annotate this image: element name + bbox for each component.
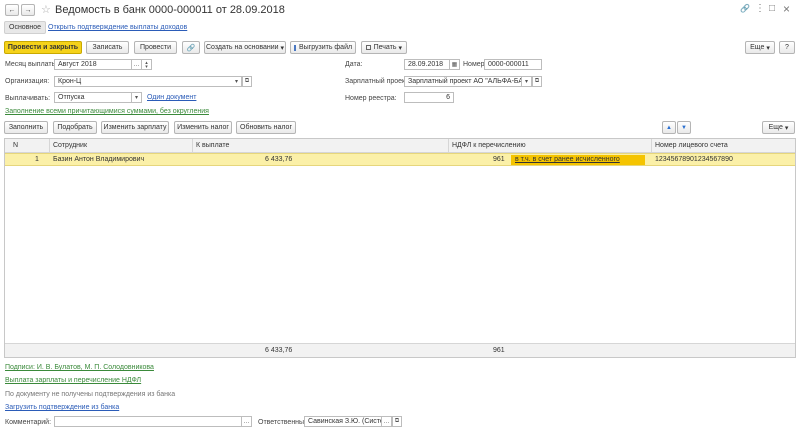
table-more-button[interactable]: Еще ▾ xyxy=(762,121,795,134)
pay-dropdown-button[interactable]: ▾ xyxy=(132,92,142,103)
one-document-link[interactable]: Один документ xyxy=(147,94,196,101)
update-tax-button[interactable]: Обновить налог xyxy=(236,121,296,134)
help-button[interactable]: ? xyxy=(779,41,795,54)
pay-label: Выплачивать: xyxy=(5,95,51,102)
organization-label: Организация: xyxy=(5,78,50,85)
table-row[interactable]: 1 Базин Антон Владимирович 6 433,76 961 … xyxy=(5,153,795,166)
comment-field[interactable] xyxy=(54,416,242,427)
col-employee-header[interactable]: Сотрудник xyxy=(53,142,87,149)
print-label: Печать xyxy=(373,44,397,51)
table-header: N Сотрудник К выплате НДФЛ к перечислени… xyxy=(5,139,795,153)
month-stepper[interactable]: ▴ ▾ xyxy=(142,59,152,70)
no-confirmation-text: По документу не получены подтверждения и… xyxy=(5,391,176,398)
favorite-star-icon[interactable]: ☆ xyxy=(41,3,51,16)
window-title: Ведомость в банк 0000-000011 от 28.09.20… xyxy=(55,4,285,16)
ndfl-note-link[interactable]: в т.ч. в счет ранее исчисленного xyxy=(515,156,620,163)
attach-button[interactable]: 🔗 xyxy=(182,41,200,54)
paperclip-icon: 🔗 xyxy=(186,44,196,52)
salary-project-field[interactable]: Зарплатный проект АО "АЛЬФА-БАНК" xyxy=(404,76,522,87)
table-footer: 6 433,76 961 xyxy=(5,343,795,357)
row-employee: Базин Антон Владимирович xyxy=(53,156,145,163)
number-field[interactable]: 0000-000011 xyxy=(484,59,542,70)
date-field[interactable]: 28.09.2018 xyxy=(404,59,450,70)
back-button[interactable]: ← xyxy=(5,4,19,16)
footer-ndfl: 961 xyxy=(493,347,505,354)
load-confirmation-link[interactable]: Загрузить подтверждение из банка xyxy=(5,404,119,411)
comment-expand-button[interactable]: … xyxy=(242,416,252,427)
create-based-button[interactable]: Создать на основании ▾ xyxy=(204,41,286,54)
calendar-button[interactable]: ▦ xyxy=(450,59,460,70)
salary-project-dropdown-button[interactable]: ▾ xyxy=(522,76,532,87)
col-ndfl-header[interactable]: НДФЛ к перечислению xyxy=(452,142,526,149)
link-icon[interactable]: 🔗 xyxy=(740,4,750,13)
footer-to-pay: 6 433,76 xyxy=(265,347,293,354)
tab-confirm-link[interactable]: Открыть подтверждение выплаты доходов xyxy=(48,24,187,31)
responsible-select-button[interactable]: … xyxy=(382,416,392,427)
signatures-link[interactable]: Подписи: И. В. Булатов, М. П. Солодовник… xyxy=(5,364,154,371)
col-account-header[interactable]: Номер лицевого счета xyxy=(655,142,728,149)
more-button[interactable]: Еще ▾ xyxy=(745,41,775,54)
col-n-header[interactable]: N xyxy=(13,142,18,149)
organization-dropdown-button[interactable]: ▾ xyxy=(232,76,242,87)
row-ndfl: 961 xyxy=(493,156,505,163)
organization-open-button[interactable]: ⧉ xyxy=(242,76,252,87)
payout-link[interactable]: Выплата зарплаты и перечисление НДФЛ xyxy=(5,377,141,384)
fill-button[interactable]: Заполнить xyxy=(4,121,48,134)
month-label: Месяц выплаты: xyxy=(5,61,59,68)
close-icon[interactable]: × xyxy=(783,2,790,16)
pay-field[interactable]: Отпуска xyxy=(54,92,132,103)
responsible-open-button[interactable]: ⧉ xyxy=(392,416,402,427)
maximize-icon[interactable]: □ xyxy=(769,3,775,14)
arrow-down-icon: ▼ xyxy=(681,124,687,131)
arrow-up-icon: ▲ xyxy=(666,124,672,131)
organization-field[interactable]: Крон-Ц xyxy=(54,76,242,87)
col-to-pay-header[interactable]: К выплате xyxy=(196,142,229,149)
change-tax-button[interactable]: Изменить налог xyxy=(174,121,232,134)
more-icon[interactable]: ⋮ xyxy=(755,3,765,14)
more-label: Еще xyxy=(750,44,765,51)
printer-icon xyxy=(366,45,371,50)
upload-file-label: Выгрузить файл xyxy=(298,44,353,51)
comment-label: Комментарий: xyxy=(5,419,52,426)
salary-project-open-button[interactable]: ⧉ xyxy=(532,76,542,87)
date-label: Дата: xyxy=(345,61,363,68)
upload-icon xyxy=(293,44,296,51)
responsible-field[interactable]: Савинская З.Ю. (Системн xyxy=(304,416,382,427)
create-based-label: Создать на основании xyxy=(205,44,279,51)
registry-number-label: Номер реестра: xyxy=(345,95,397,102)
row-n: 1 xyxy=(35,156,39,163)
table-more-label: Еще xyxy=(768,124,783,131)
save-button[interactable]: Записать xyxy=(86,41,129,54)
employees-table[interactable]: N Сотрудник К выплате НДФЛ к перечислени… xyxy=(4,138,796,358)
print-button[interactable]: Печать ▾ xyxy=(361,41,407,54)
fill-all-link[interactable]: Заполнение всеми причитающимися суммами,… xyxy=(5,108,209,115)
month-field[interactable]: Август 2018 xyxy=(54,59,132,70)
row-account: 12345678901234567890 xyxy=(655,156,733,163)
move-down-button[interactable]: ▼ xyxy=(677,121,691,134)
forward-button[interactable]: → xyxy=(21,4,35,16)
chevron-down-icon: ▾ xyxy=(398,44,402,52)
salary-project-label: Зарплатный проект: xyxy=(345,78,411,85)
select-button[interactable]: Подобрать xyxy=(53,121,97,134)
tab-main[interactable]: Основное xyxy=(4,21,47,34)
change-salary-button[interactable]: Изменить зарплату xyxy=(101,121,169,134)
move-up-button[interactable]: ▲ xyxy=(662,121,676,134)
ndfl-note-badge[interactable]: в т.ч. в счет ранее исчисленного xyxy=(511,155,645,165)
number-label: Номер: xyxy=(463,61,487,68)
row-to-pay: 6 433,76 xyxy=(265,156,293,163)
upload-file-button[interactable]: Выгрузить файл xyxy=(290,41,356,54)
responsible-label: Ответственный: xyxy=(258,419,310,426)
chevron-down-icon: ▾ xyxy=(784,124,789,132)
post-button[interactable]: Провести xyxy=(134,41,177,54)
registry-number-field[interactable]: 6 xyxy=(404,92,454,103)
chevron-down-icon: ▾ xyxy=(766,44,770,52)
month-select-button[interactable]: … xyxy=(132,59,142,70)
post-and-close-button[interactable]: Провести и закрыть xyxy=(4,41,82,54)
chevron-down-icon: ▾ xyxy=(280,44,285,52)
